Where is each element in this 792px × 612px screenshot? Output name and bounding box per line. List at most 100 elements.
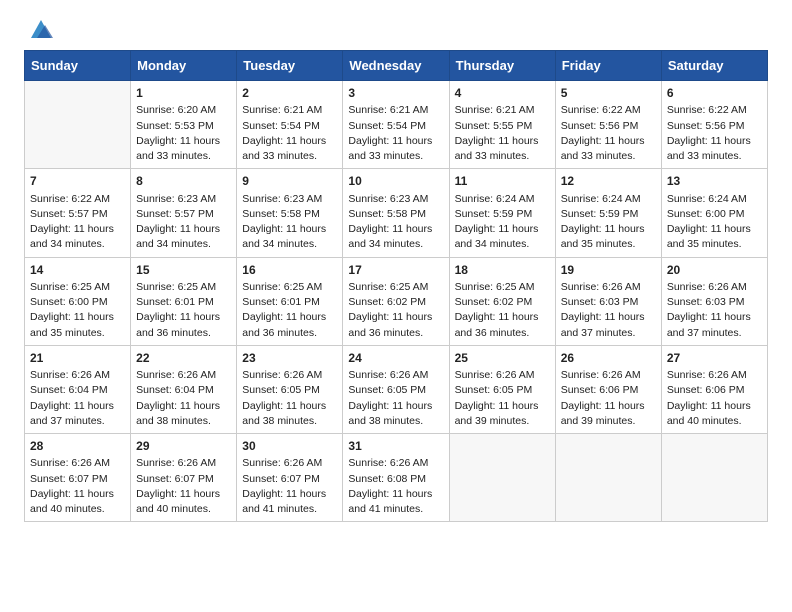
day-info: Sunset: 6:02 PM (348, 295, 443, 310)
day-info: and 38 minutes. (242, 414, 337, 429)
day-number: 31 (348, 438, 443, 455)
day-info: Sunrise: 6:25 AM (348, 280, 443, 295)
day-info: Sunset: 6:01 PM (136, 295, 231, 310)
day-info: and 38 minutes. (136, 414, 231, 429)
calendar-cell: 9Sunrise: 6:23 AMSunset: 5:58 PMDaylight… (237, 169, 343, 257)
day-number: 12 (561, 173, 656, 190)
day-info: Daylight: 11 hours (455, 134, 550, 149)
day-info: and 36 minutes. (348, 326, 443, 341)
calendar-cell: 8Sunrise: 6:23 AMSunset: 5:57 PMDaylight… (131, 169, 237, 257)
day-number: 15 (136, 262, 231, 279)
calendar-cell (555, 434, 661, 522)
day-info: Daylight: 11 hours (30, 487, 125, 502)
day-info: Sunrise: 6:26 AM (242, 456, 337, 471)
calendar-cell: 17Sunrise: 6:25 AMSunset: 6:02 PMDayligh… (343, 257, 449, 345)
day-info: and 33 minutes. (242, 149, 337, 164)
day-info: Daylight: 11 hours (242, 134, 337, 149)
day-info: and 36 minutes. (242, 326, 337, 341)
day-number: 26 (561, 350, 656, 367)
calendar-cell: 22Sunrise: 6:26 AMSunset: 6:04 PMDayligh… (131, 345, 237, 433)
day-info: Sunrise: 6:24 AM (561, 192, 656, 207)
day-number: 22 (136, 350, 231, 367)
calendar-cell (661, 434, 767, 522)
header-row: SundayMondayTuesdayWednesdayThursdayFrid… (25, 51, 768, 81)
day-info: and 40 minutes. (30, 502, 125, 517)
day-number: 17 (348, 262, 443, 279)
day-info: Sunset: 6:05 PM (455, 383, 550, 398)
day-info: Sunrise: 6:23 AM (136, 192, 231, 207)
day-info: Sunrise: 6:21 AM (242, 103, 337, 118)
day-info: Sunrise: 6:26 AM (561, 368, 656, 383)
day-number: 8 (136, 173, 231, 190)
col-header-friday: Friday (555, 51, 661, 81)
day-info: Daylight: 11 hours (561, 399, 656, 414)
day-info: Sunset: 6:02 PM (455, 295, 550, 310)
col-header-wednesday: Wednesday (343, 51, 449, 81)
calendar-header: SundayMondayTuesdayWednesdayThursdayFrid… (25, 51, 768, 81)
calendar-cell: 16Sunrise: 6:25 AMSunset: 6:01 PMDayligh… (237, 257, 343, 345)
day-info: and 40 minutes. (136, 502, 231, 517)
day-number: 14 (30, 262, 125, 279)
day-info: and 34 minutes. (455, 237, 550, 252)
day-info: Sunrise: 6:25 AM (455, 280, 550, 295)
logo-icon (27, 14, 55, 42)
week-row-4: 21Sunrise: 6:26 AMSunset: 6:04 PMDayligh… (25, 345, 768, 433)
day-info: Sunrise: 6:25 AM (30, 280, 125, 295)
day-info: Daylight: 11 hours (136, 310, 231, 325)
calendar-cell: 14Sunrise: 6:25 AMSunset: 6:00 PMDayligh… (25, 257, 131, 345)
day-info: Sunset: 5:54 PM (242, 119, 337, 134)
day-number: 25 (455, 350, 550, 367)
day-info: Daylight: 11 hours (242, 399, 337, 414)
day-info: and 33 minutes. (455, 149, 550, 164)
day-info: Sunrise: 6:26 AM (242, 368, 337, 383)
calendar-cell: 10Sunrise: 6:23 AMSunset: 5:58 PMDayligh… (343, 169, 449, 257)
day-info: Sunset: 5:57 PM (30, 207, 125, 222)
day-number: 11 (455, 173, 550, 190)
day-info: Sunrise: 6:26 AM (348, 368, 443, 383)
day-info: and 37 minutes. (561, 326, 656, 341)
day-info: Sunset: 6:08 PM (348, 472, 443, 487)
day-info: Sunset: 5:58 PM (348, 207, 443, 222)
day-info: Sunrise: 6:24 AM (455, 192, 550, 207)
calendar-cell: 4Sunrise: 6:21 AMSunset: 5:55 PMDaylight… (449, 81, 555, 169)
day-info: and 35 minutes. (667, 237, 762, 252)
calendar-cell: 2Sunrise: 6:21 AMSunset: 5:54 PMDaylight… (237, 81, 343, 169)
day-info: Daylight: 11 hours (30, 310, 125, 325)
day-number: 27 (667, 350, 762, 367)
day-info: Sunset: 6:07 PM (242, 472, 337, 487)
col-header-sunday: Sunday (25, 51, 131, 81)
day-info: Sunrise: 6:25 AM (242, 280, 337, 295)
day-info: Sunset: 6:07 PM (136, 472, 231, 487)
day-info: and 39 minutes. (455, 414, 550, 429)
calendar-cell: 19Sunrise: 6:26 AMSunset: 6:03 PMDayligh… (555, 257, 661, 345)
calendar-cell: 23Sunrise: 6:26 AMSunset: 6:05 PMDayligh… (237, 345, 343, 433)
day-info: and 36 minutes. (136, 326, 231, 341)
day-info: Daylight: 11 hours (348, 310, 443, 325)
day-info: and 38 minutes. (348, 414, 443, 429)
day-info: Daylight: 11 hours (667, 134, 762, 149)
day-info: Sunset: 6:00 PM (30, 295, 125, 310)
day-info: and 33 minutes. (348, 149, 443, 164)
day-number: 16 (242, 262, 337, 279)
day-info: and 37 minutes. (30, 414, 125, 429)
day-info: and 34 minutes. (242, 237, 337, 252)
day-number: 24 (348, 350, 443, 367)
day-info: Daylight: 11 hours (348, 399, 443, 414)
day-number: 21 (30, 350, 125, 367)
day-number: 6 (667, 85, 762, 102)
calendar-cell: 29Sunrise: 6:26 AMSunset: 6:07 PMDayligh… (131, 434, 237, 522)
day-number: 29 (136, 438, 231, 455)
day-info: and 36 minutes. (455, 326, 550, 341)
day-info: Sunrise: 6:26 AM (136, 368, 231, 383)
header (0, 0, 792, 50)
day-info: Sunrise: 6:22 AM (561, 103, 656, 118)
day-info: and 39 minutes. (561, 414, 656, 429)
day-info: and 33 minutes. (561, 149, 656, 164)
day-info: Sunset: 6:06 PM (561, 383, 656, 398)
day-info: Daylight: 11 hours (455, 310, 550, 325)
day-info: Daylight: 11 hours (136, 487, 231, 502)
day-info: Sunset: 6:03 PM (667, 295, 762, 310)
day-info: Daylight: 11 hours (455, 399, 550, 414)
day-number: 19 (561, 262, 656, 279)
day-info: Sunrise: 6:23 AM (242, 192, 337, 207)
